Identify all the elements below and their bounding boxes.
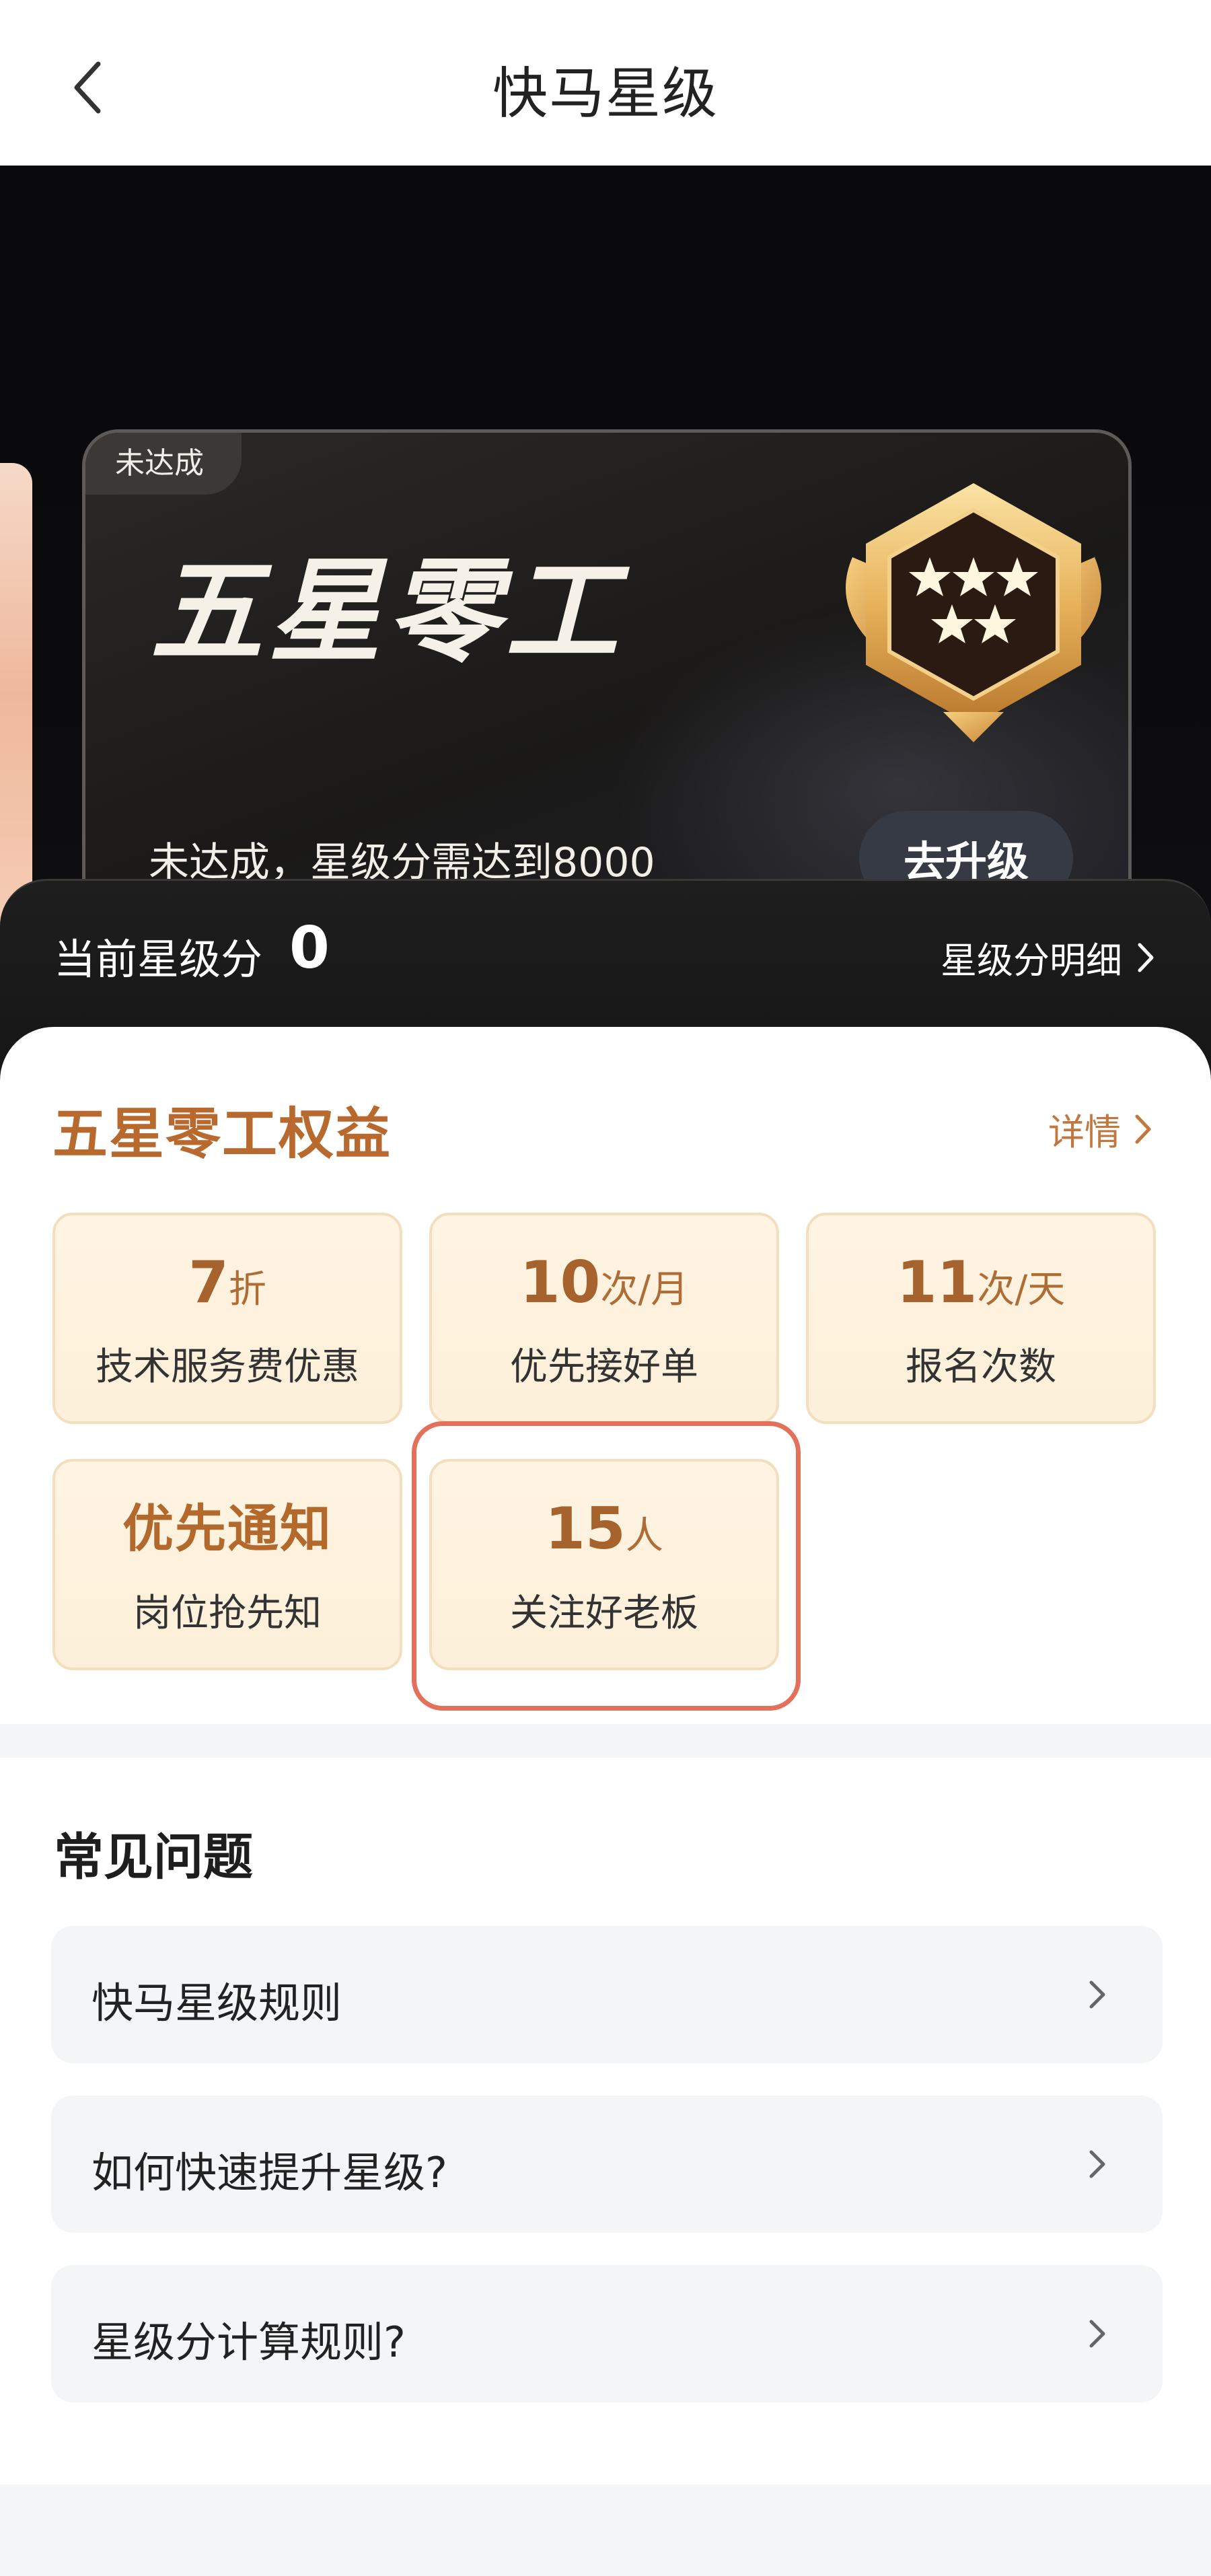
five-star-medal-icon — [846, 483, 1101, 742]
benefit-label: 技术服务费优惠 — [96, 1345, 359, 1389]
faq-item-label: 星级分计算规则? — [91, 2318, 406, 2367]
benefit-label: 关注好老板 — [510, 1591, 698, 1635]
score-detail-label: 星级分明细 — [941, 939, 1122, 982]
benefit-card-priority-orders[interactable]: 10次/月 优先接好单 — [429, 1213, 779, 1424]
chevron-right-icon — [1089, 2150, 1105, 2178]
faq-item-star-rules[interactable]: 快马星级规则 — [51, 1926, 1163, 2063]
benefit-value: 7折 — [188, 1249, 266, 1316]
benefit-label: 报名次数 — [906, 1345, 1056, 1389]
previous-level-card-peek[interactable] — [0, 463, 32, 927]
chevron-right-icon — [1138, 943, 1154, 972]
score-label: 当前星级分 — [54, 935, 263, 984]
page-title: 快马星级 — [492, 62, 719, 126]
faq-item-score-calc[interactable]: 星级分计算规则? — [51, 2265, 1163, 2402]
benefits-detail-link[interactable]: 详情 — [1048, 1102, 1154, 1155]
benefit-value: 优先通知 — [122, 1499, 332, 1559]
benefits-section: 五星零工权益 详情 7折 技术服务费优惠 10次/月 优先接好单 11次/天 报… — [0, 1027, 1211, 1724]
faq-item-label: 快马星级规则 — [91, 1978, 342, 2028]
level-name: 五星零工 — [150, 546, 624, 678]
benefit-value: 10次/月 — [519, 1249, 689, 1316]
benefit-card-service-fee[interactable]: 7折 技术服务费优惠 — [52, 1213, 402, 1424]
chevron-right-icon — [1135, 1114, 1151, 1143]
page: 快马星级 未达成 五星零工 未达成，星级分需达到8000 去升级 当前星级分 0… — [0, 0, 1211, 2576]
benefit-value: 15人 — [545, 1495, 663, 1563]
benefit-card-priority-notice[interactable]: 优先通知 岗位抢先知 — [52, 1459, 402, 1670]
chevron-right-icon — [1089, 1980, 1105, 2009]
faq-item-label: 如何快速提升星级? — [91, 2148, 447, 2197]
faq-title: 常见问题 — [54, 1828, 253, 1886]
benefit-value: 11次/天 — [896, 1249, 1066, 1316]
nav-header: 快马星级 — [0, 0, 1211, 166]
faq-item-upgrade-fast[interactable]: 如何快速提升星级? — [51, 2096, 1163, 2233]
benefit-label: 岗位抢先知 — [133, 1591, 322, 1635]
benefits-title: 五星零工权益 — [52, 1102, 392, 1166]
chevron-right-icon — [1089, 2320, 1105, 2348]
benefit-card-follow-boss[interactable]: 15人 关注好老板 — [429, 1459, 779, 1670]
score-detail-link[interactable]: 星级分明细 — [941, 931, 1157, 984]
score-value: 0 — [289, 915, 330, 982]
status-badge: 未达成 — [85, 433, 242, 495]
level-card[interactable]: 未达成 五星零工 未达成，星级分需达到8000 去升级 — [82, 429, 1132, 942]
benefit-label: 优先接好单 — [510, 1345, 698, 1389]
benefit-card-signup-count[interactable]: 11次/天 报名次数 — [806, 1213, 1156, 1424]
benefits-detail-label: 详情 — [1048, 1111, 1121, 1153]
faq-section: 常见问题 快马星级规则 如何快速提升星级? 星级分计算规则? — [0, 1758, 1211, 2484]
